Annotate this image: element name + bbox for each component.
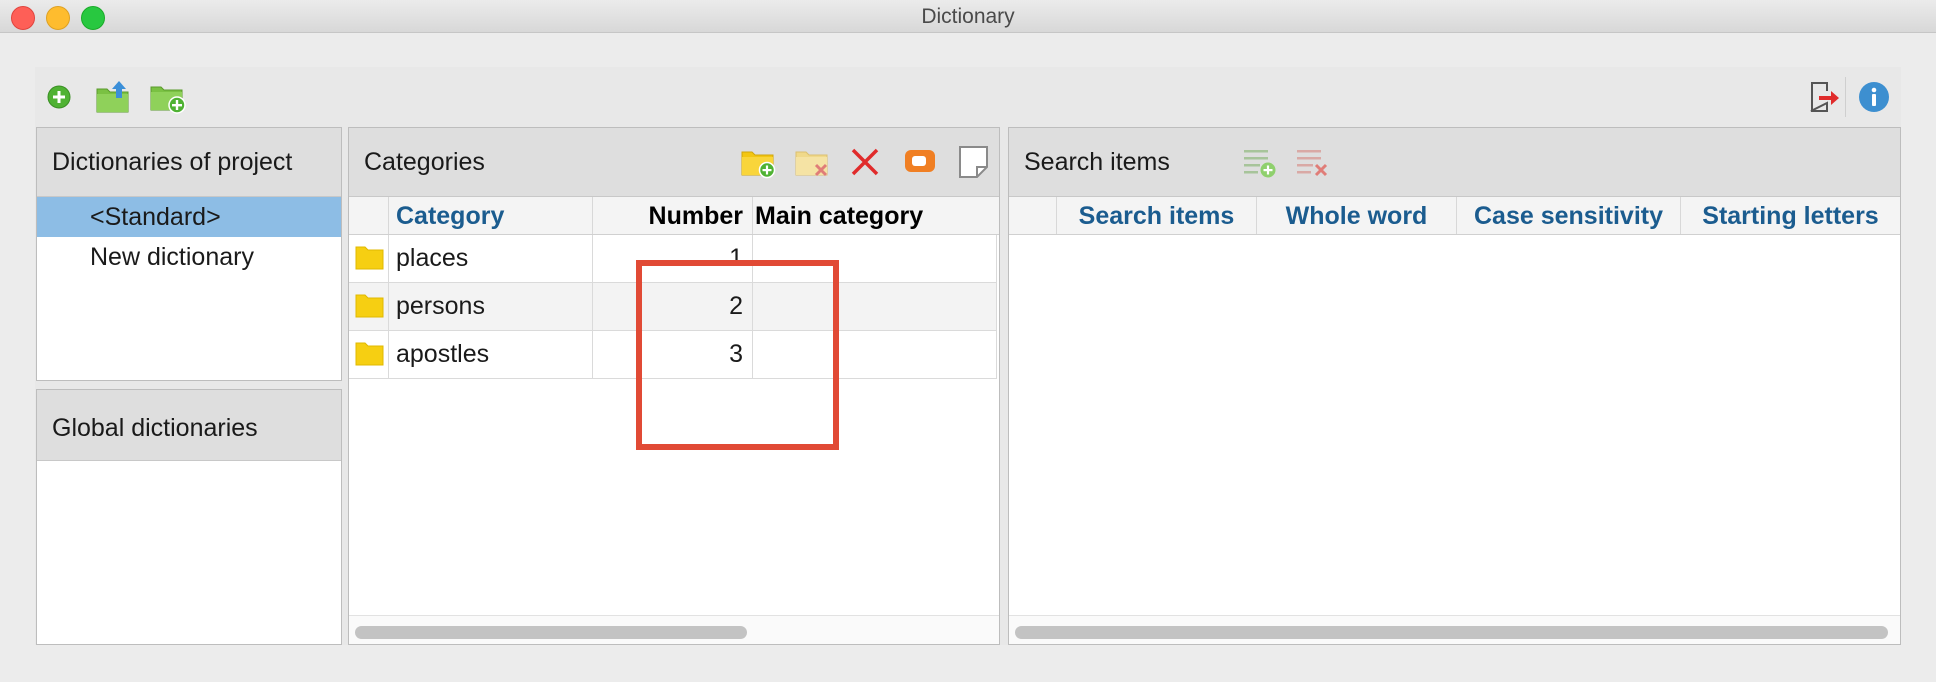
folder-icon xyxy=(349,235,389,282)
project-dictionaries-panel: Dictionaries of project <Standard> New d… xyxy=(36,127,342,381)
dictionary-item-new-dictionary[interactable]: New dictionary xyxy=(37,237,341,277)
folder-add-icon[interactable] xyxy=(149,79,186,115)
category-cell: places xyxy=(389,235,593,282)
scrollbar-thumb[interactable] xyxy=(1015,626,1888,639)
folder-icon xyxy=(349,331,389,378)
column-header-number[interactable]: Number xyxy=(593,197,753,234)
add-circle-icon[interactable] xyxy=(45,79,81,115)
tag-icon[interactable] xyxy=(903,146,939,183)
list-remove-icon[interactable] xyxy=(1295,144,1331,185)
category-cell: persons xyxy=(389,283,593,330)
column-header-starting-letters[interactable]: Starting letters xyxy=(1681,197,1900,234)
memo-icon[interactable] xyxy=(957,144,991,185)
toolbar xyxy=(35,67,1901,127)
folder-delete-icon[interactable] xyxy=(794,144,832,185)
column-header-category[interactable]: Category xyxy=(389,197,593,234)
dictionary-item-label: <Standard> xyxy=(90,203,221,231)
toolbar-divider xyxy=(1845,77,1846,117)
categories-title: Categories xyxy=(364,148,485,176)
folder-add-icon[interactable] xyxy=(740,144,778,185)
number-column-highlight xyxy=(636,260,839,450)
window-title: Dictionary xyxy=(921,5,1015,28)
categories-table-header: Category Number Main category xyxy=(349,197,999,235)
dictionary-item-standard[interactable]: <Standard> xyxy=(37,197,341,237)
category-name: places xyxy=(396,244,469,272)
folder-icon xyxy=(349,283,389,330)
dictionary-window: Dictionaries of project <Standard> New d… xyxy=(35,67,1901,645)
folder-upload-icon[interactable] xyxy=(95,79,131,115)
category-cell: apostles xyxy=(389,331,593,378)
global-dictionaries-panel: Global dictionaries xyxy=(36,389,342,645)
column-header-icon xyxy=(349,197,389,234)
global-dictionaries-title: Global dictionaries xyxy=(52,414,258,442)
title-bar: Dictionary xyxy=(0,0,1936,33)
delete-x-icon[interactable] xyxy=(849,146,881,183)
search-items-panel: Search items Search items Whole word Cas… xyxy=(1008,127,1901,645)
column-header-main-category[interactable]: Main category xyxy=(753,197,999,234)
info-icon[interactable] xyxy=(1856,79,1892,115)
global-dictionaries-header: Global dictionaries xyxy=(37,390,341,461)
dictionary-item-label: New dictionary xyxy=(90,243,254,271)
scrollbar-thumb[interactable] xyxy=(355,626,747,639)
search-items-table-header: Search items Whole word Case sensitivity… xyxy=(1009,197,1900,235)
horizontal-scrollbar[interactable] xyxy=(1009,615,1900,644)
project-dictionaries-header: Dictionaries of project xyxy=(37,128,341,197)
column-header-whole-word[interactable]: Whole word xyxy=(1257,197,1457,234)
categories-header: Categories xyxy=(349,128,999,197)
category-name: apostles xyxy=(396,340,490,368)
list-add-icon[interactable] xyxy=(1242,144,1278,185)
search-items-title: Search items xyxy=(1024,148,1170,176)
horizontal-scrollbar[interactable] xyxy=(349,615,999,644)
project-dictionaries-title: Dictionaries of project xyxy=(52,148,293,176)
column-header-case-sensitivity[interactable]: Case sensitivity xyxy=(1457,197,1681,234)
exit-icon[interactable] xyxy=(1805,79,1841,115)
category-name: persons xyxy=(396,292,485,320)
search-items-header: Search items xyxy=(1009,128,1900,197)
column-header-blank xyxy=(1009,197,1057,234)
column-header-search-items[interactable]: Search items xyxy=(1057,197,1257,234)
